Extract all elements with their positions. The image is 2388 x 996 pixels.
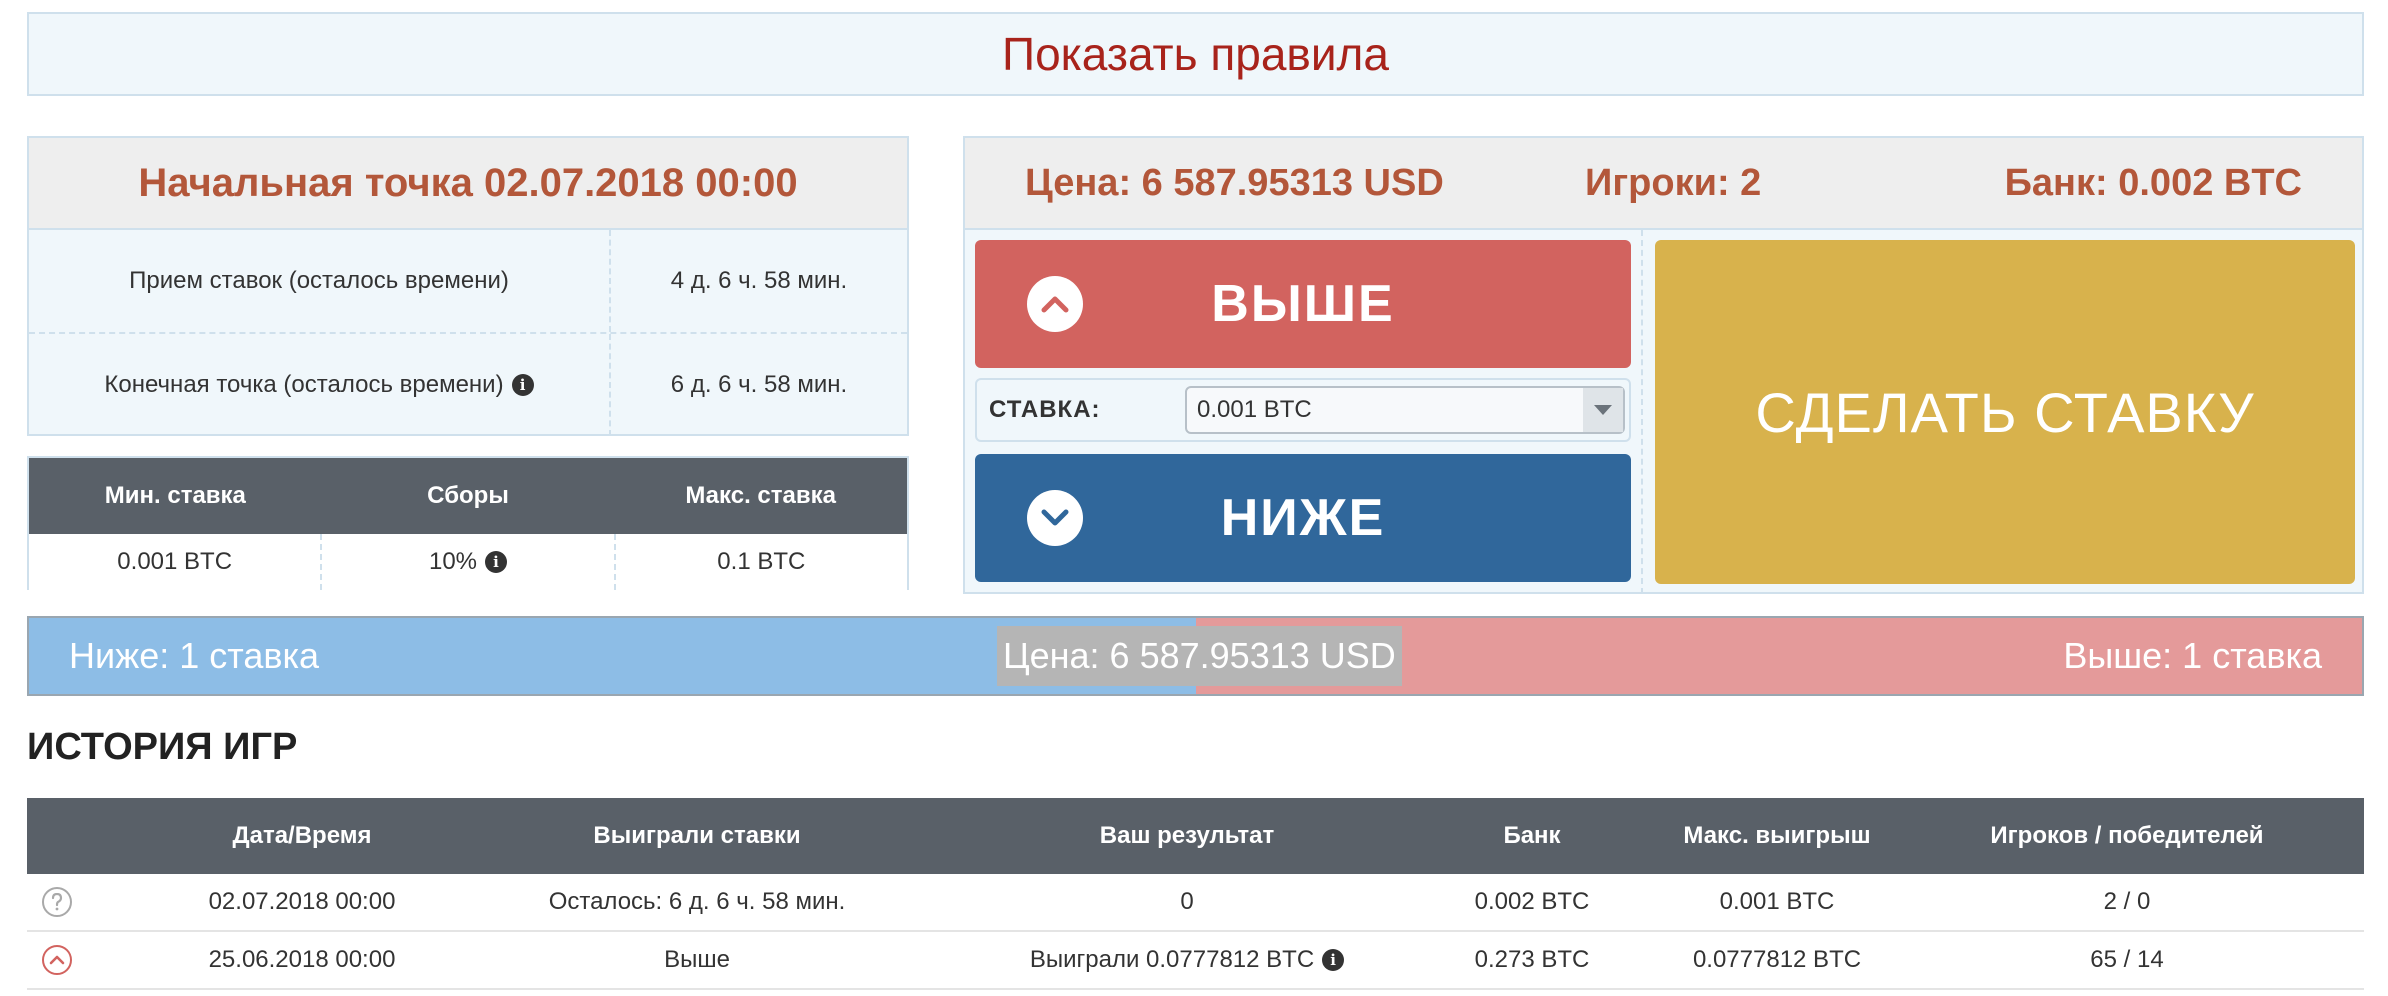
show-rules-button[interactable]: Показать правила (27, 12, 2364, 96)
bet-balance-bar: Ниже: 1 ставка Цена: 6 587.95313 USD Выш… (27, 616, 2364, 696)
game-header: Цена: 6 587.95313 USD Игроки: 2 Банк: 0.… (965, 138, 2362, 230)
lower-bets-count: Ниже: 1 ставка (69, 635, 320, 676)
chevron-down-icon (1027, 490, 1083, 546)
max-stake-value: 0.1 BTC (613, 534, 907, 590)
balance-price-label: Цена: 6 587.95313 USD (997, 626, 1402, 686)
row-your-result: 0 (1180, 888, 1194, 915)
row-max-win: 0.0777812 BTC (1692, 946, 1862, 973)
show-rules-label: Показать правила (1002, 28, 1389, 80)
info-icon[interactable]: i (485, 551, 508, 573)
lower-label: НИЖЕ (1220, 489, 1386, 547)
end-time-label-cell: Конечная точка (осталось времени) i (29, 334, 611, 436)
chevron-up-circle-icon (42, 945, 72, 975)
col-your-result: Ваш результат (1099, 822, 1275, 849)
min-stake-value: 0.001 BTC (117, 548, 233, 575)
panel-divider (1641, 230, 1643, 594)
start-point-panel: Начальная точка 02.07.2018 00:00 Прием с… (27, 136, 909, 436)
end-time-value: 6 д. 6 ч. 58 мин. (670, 371, 848, 398)
min-stake-header: Мин. ставка (104, 482, 246, 509)
stake-row: СТАВКА: 0.001 BTC (975, 378, 1631, 442)
bank-amount: Банк: 0.002 BTC (2004, 162, 2302, 204)
game-panel: Цена: 6 587.95313 USD Игроки: 2 Банк: 0.… (963, 136, 2364, 594)
stake-label: СТАВКА: (989, 396, 1101, 423)
row-bank: 0.002 BTC (1474, 888, 1590, 915)
col-max-win: Макс. выигрыш (1683, 822, 1871, 849)
end-time-label: Конечная точка (осталось времени) (104, 371, 504, 398)
row-your-result-cell: Выиграли 0.0777812 BTC i (907, 932, 1467, 988)
place-bet-label: СДЕЛАТЬ СТАВКУ (1755, 380, 2255, 444)
col-won-bets: Выиграли ставки (593, 822, 801, 849)
betting-time-row: Прием ставок (осталось времени) 4 д. 6 ч… (29, 230, 907, 334)
higher-bets-count: Выше: 1 ставка (2063, 635, 2322, 676)
row-won-bets: Осталось: 6 д. 6 ч. 58 мин. (548, 888, 846, 915)
start-point-title: Начальная точка 02.07.2018 00:00 (29, 138, 907, 230)
chevron-up-icon (1027, 276, 1083, 332)
row-won-bets: Выше (664, 946, 730, 973)
fees-value: 10% (428, 548, 478, 575)
col-players-winners: Игроков / победителей (1990, 822, 2264, 849)
history-table: Дата/Время Выиграли ставки Ваш результат… (27, 798, 2364, 990)
row-players-winners: 2 / 0 (2103, 888, 2151, 915)
max-stake-header: Макс. ставка (685, 482, 836, 509)
table-row[interactable]: 02.07.2018 00:00 Осталось: 6 д. 6 ч. 58 … (27, 874, 2364, 932)
limits-header: Мин. ставка Сборы Макс. ставка (29, 458, 907, 534)
lower-button[interactable]: НИЖЕ (975, 454, 1631, 582)
end-time-row: Конечная точка (осталось времени) i 6 д.… (29, 334, 907, 436)
row-max-win: 0.001 BTC (1719, 888, 1835, 915)
question-circle-icon (42, 887, 72, 917)
limits-values: 0.001 BTC 10% i 0.1 BTC (29, 534, 907, 590)
higher-label: ВЫШЕ (1211, 275, 1395, 333)
limits-table: Мин. ставка Сборы Макс. ставка 0.001 BTC… (27, 456, 909, 590)
place-bet-button[interactable]: СДЕЛАТЬ СТАВКУ (1655, 240, 2355, 584)
table-row[interactable]: 25.06.2018 00:00 Выше Выиграли 0.0777812… (27, 932, 2364, 990)
fees-header: Сборы (427, 482, 509, 509)
row-your-result: Выиграли 0.0777812 BTC (1029, 946, 1315, 973)
history-title: ИСТОРИЯ ИГР (27, 726, 298, 768)
players-count: Игроки: 2 (1585, 162, 1762, 204)
row-bank: 0.273 BTC (1474, 946, 1590, 973)
stake-selected-value: 0.001 BTC (1197, 396, 1312, 423)
col-bank: Банк (1503, 822, 1561, 849)
betting-time-value: 4 д. 6 ч. 58 мин. (670, 267, 848, 294)
row-players-winners: 65 / 14 (2090, 946, 2164, 973)
fees-cell: 10% i (320, 534, 613, 590)
dropdown-arrow-icon (1583, 388, 1623, 432)
info-icon[interactable]: i (511, 374, 534, 396)
higher-button[interactable]: ВЫШЕ (975, 240, 1631, 368)
info-icon[interactable]: i (1322, 949, 1345, 971)
history-header: Дата/Время Выиграли ставки Ваш результат… (27, 798, 2364, 874)
current-price: Цена: 6 587.95313 USD (1025, 162, 1444, 204)
stake-select[interactable]: 0.001 BTC (1185, 386, 1625, 434)
betting-time-label: Прием ставок (осталось времени) (29, 230, 611, 332)
